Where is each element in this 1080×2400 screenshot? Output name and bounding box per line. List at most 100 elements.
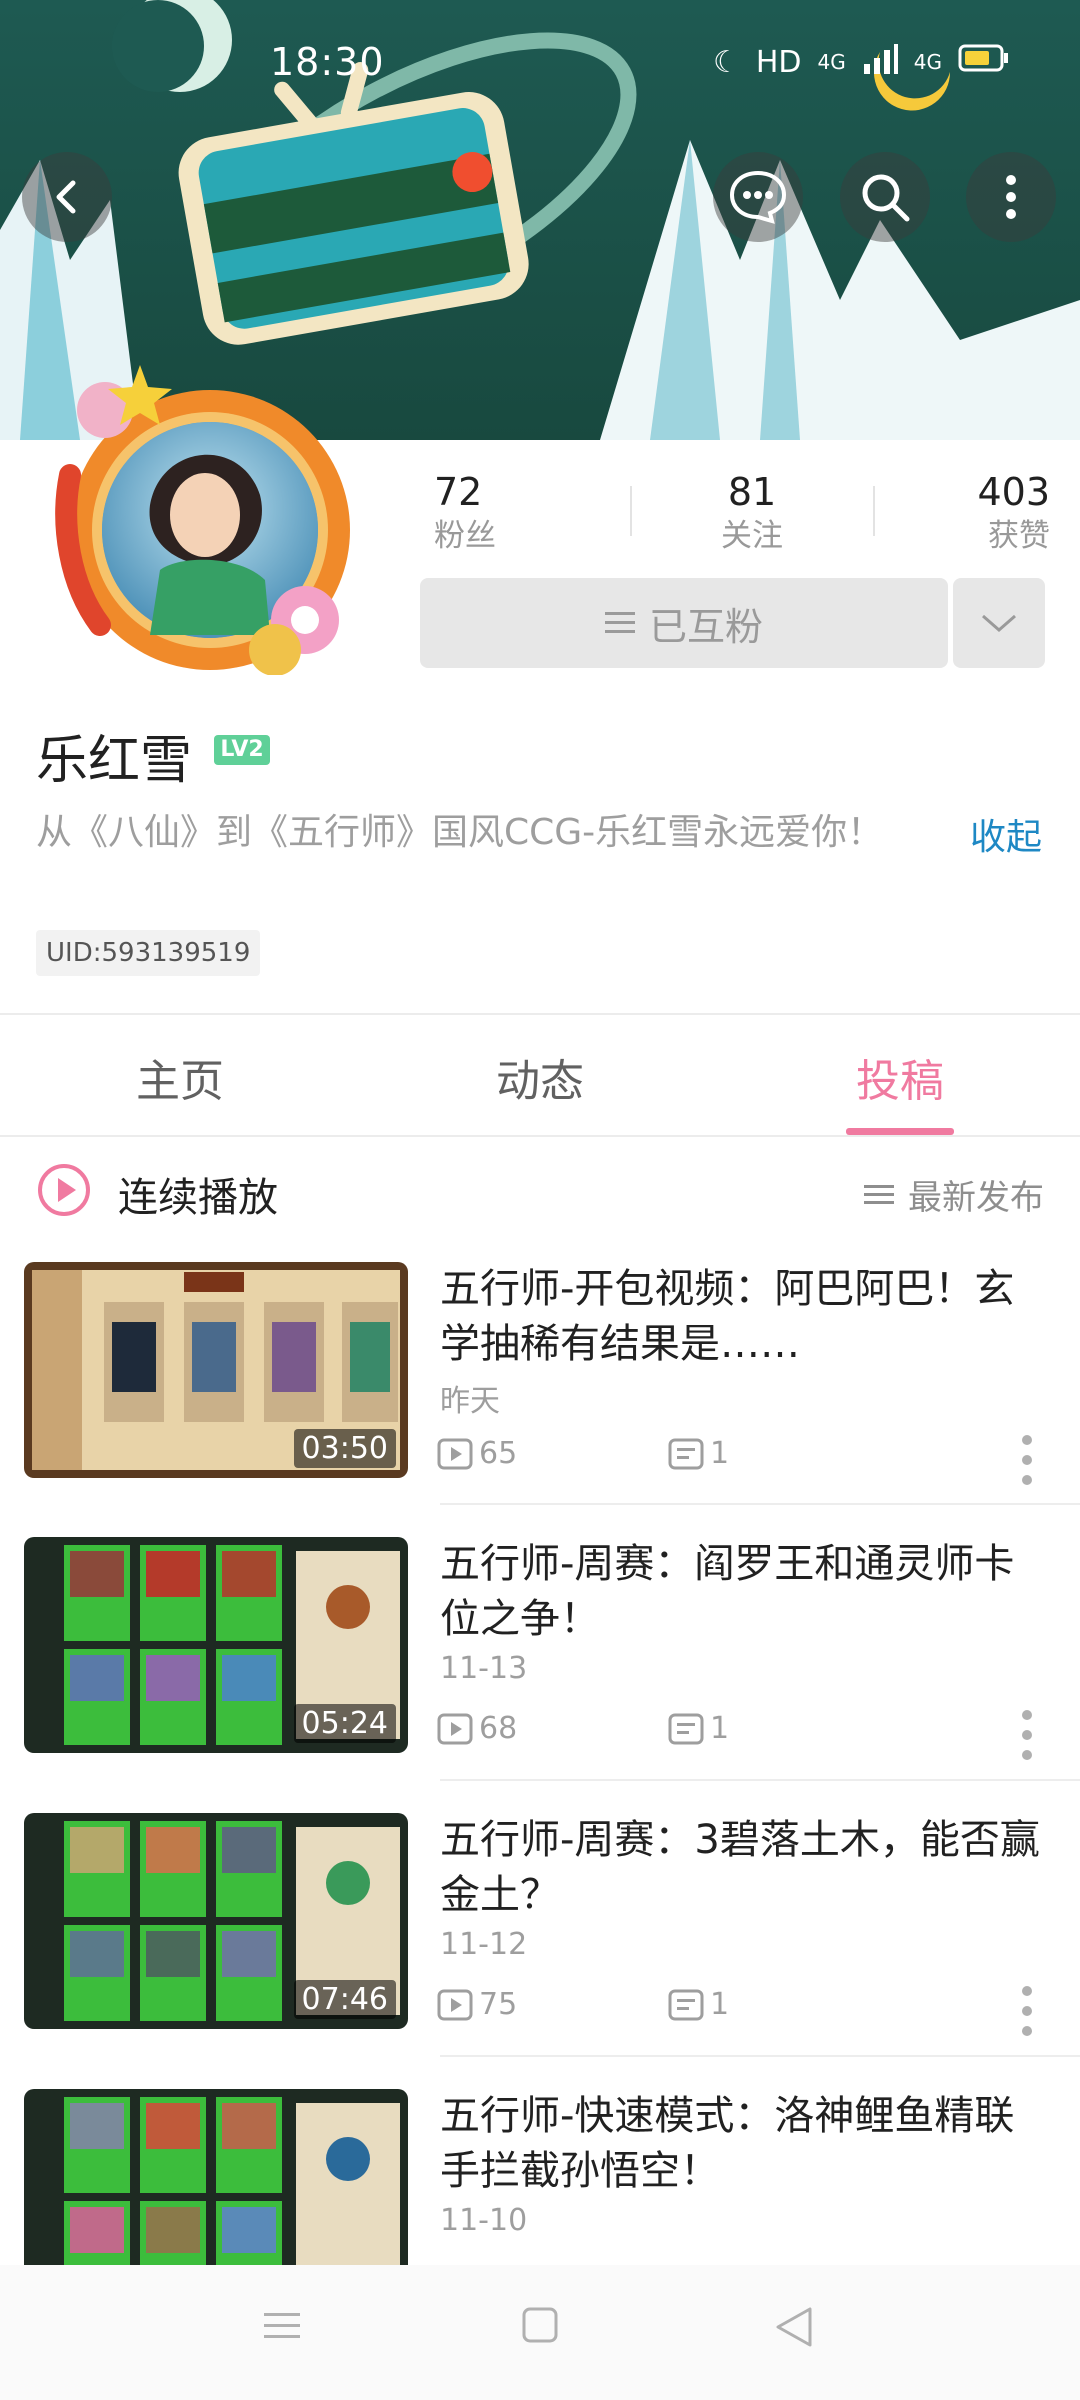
back-button[interactable] bbox=[22, 152, 112, 242]
search-icon bbox=[862, 174, 910, 222]
video-comment-count: 1 bbox=[668, 1711, 729, 1746]
tab-dynamics[interactable]: 动态 bbox=[450, 1045, 630, 1109]
comment-icon bbox=[668, 1438, 704, 1469]
continuous-play-button[interactable] bbox=[36, 1162, 92, 1222]
nav-menu-button[interactable] bbox=[262, 2305, 302, 2349]
stat-following-label: 关注 bbox=[721, 518, 783, 554]
video-more-icon[interactable] bbox=[1012, 1983, 1042, 2039]
play-count-value: 75 bbox=[479, 1987, 518, 2022]
stat-likes-value: 403 bbox=[977, 470, 1050, 514]
menu-lines-icon bbox=[604, 612, 635, 633]
video-more-icon[interactable] bbox=[1012, 1707, 1042, 1763]
video-thumbnail[interactable]: 03:50 bbox=[24, 1262, 408, 1478]
row-divider bbox=[440, 1779, 1080, 1781]
video-item[interactable]: 05:24 五行师-周赛：阎罗王和通灵师卡位之争！ 11-13 68 1 bbox=[0, 1537, 1080, 1813]
level-badge: LV2 bbox=[214, 735, 270, 765]
stat-fans[interactable]: 72 粉丝 bbox=[434, 468, 584, 556]
follow-dropdown-button[interactable] bbox=[953, 578, 1045, 668]
play-count-icon bbox=[437, 1989, 473, 2020]
video-duration: 05:24 bbox=[293, 1704, 396, 1743]
row-divider bbox=[440, 2055, 1080, 2057]
stat-divider bbox=[872, 486, 875, 536]
video-date: 昨天 bbox=[440, 1384, 500, 1419]
profile-stats: 72 粉丝 81 关注 403 获赞 bbox=[420, 468, 1050, 558]
video-date: 11-13 bbox=[440, 1651, 528, 1686]
stat-fans-label: 粉丝 bbox=[434, 518, 496, 554]
sort-button[interactable]: 最新发布 bbox=[864, 1170, 1044, 1219]
tab-submissions[interactable]: 投稿 bbox=[810, 1045, 990, 1109]
home-icon bbox=[522, 2307, 558, 2343]
video-date: 11-10 bbox=[440, 2203, 528, 2238]
thumbnail-image bbox=[24, 2089, 408, 2265]
stat-following-value: 81 bbox=[727, 470, 777, 514]
video-duration: 03:50 bbox=[293, 1429, 396, 1468]
video-title[interactable]: 五行师-快速模式：洛神鲤鱼精联手拦截孙悟空！ bbox=[440, 2089, 1050, 2199]
status-bar: 18:30 ☾ HD 4G 4G bbox=[0, 0, 1080, 130]
comment-count-value: 1 bbox=[710, 1711, 730, 1746]
stat-fans-value: 72 bbox=[434, 470, 483, 514]
list-icon bbox=[864, 1184, 894, 1204]
comment-count-value: 1 bbox=[710, 1987, 730, 2022]
battery-icon bbox=[958, 43, 1010, 81]
video-date: 11-12 bbox=[440, 1927, 528, 1962]
continuous-play-bar: 连续播放 最新发布 bbox=[0, 1140, 1080, 1240]
chat-button[interactable] bbox=[713, 152, 803, 242]
stat-following[interactable]: 81 关注 bbox=[677, 468, 827, 556]
video-more-icon[interactable] bbox=[1012, 1432, 1042, 1488]
video-duration: 07:46 bbox=[293, 1980, 396, 2019]
chat-icon bbox=[729, 170, 787, 224]
triangle-back-icon bbox=[776, 2307, 812, 2347]
avatar[interactable] bbox=[40, 365, 370, 676]
profile-tabs: 主页 动态 投稿 bbox=[0, 1015, 1080, 1137]
avatar-image bbox=[55, 365, 350, 676]
moon-icon: ☾ bbox=[712, 44, 740, 80]
username: 乐红雪 bbox=[36, 731, 193, 791]
video-thumbnail[interactable] bbox=[24, 2089, 408, 2265]
back-icon bbox=[56, 180, 76, 214]
signal-1-label: 4G bbox=[817, 50, 846, 74]
video-title[interactable]: 五行师-周赛：阎罗王和通灵师卡位之争！ bbox=[440, 1537, 1050, 1647]
continuous-play-label[interactable]: 连续播放 bbox=[118, 1165, 278, 1223]
video-play-count: 68 bbox=[437, 1711, 517, 1746]
follow-label: 已互粉 bbox=[648, 604, 763, 649]
nav-back-button[interactable] bbox=[772, 2305, 816, 2353]
video-thumbnail[interactable]: 07:46 bbox=[24, 1813, 408, 2029]
video-play-count: 65 bbox=[437, 1436, 517, 1471]
row-divider bbox=[440, 1503, 1080, 1505]
video-thumbnail[interactable]: 05:24 bbox=[24, 1537, 408, 1753]
bio-text: 从《八仙》到《五行师》国风CCG-乐红雪永远爱你！ bbox=[36, 812, 884, 853]
more-vertical-icon bbox=[1006, 175, 1016, 219]
comment-icon bbox=[668, 1713, 704, 1744]
video-item[interactable]: 07:46 五行师-周赛：3碧落土木，能否赢金土？ 11-12 75 1 bbox=[0, 1813, 1080, 2089]
video-comment-count: 1 bbox=[668, 1436, 729, 1471]
nav-home-button[interactable] bbox=[520, 2305, 560, 2349]
video-item[interactable]: 03:50 五行师-开包视频：阿巴阿巴！玄学抽稀有结果是…… 昨天 65 1 bbox=[0, 1262, 1080, 1538]
play-count-icon bbox=[437, 1713, 473, 1744]
chevron-down-icon bbox=[982, 614, 1016, 632]
signal-2-label: 4G bbox=[913, 50, 942, 74]
signal-bars-icon bbox=[862, 42, 898, 82]
play-circle-icon bbox=[38, 1164, 90, 1216]
comment-icon bbox=[668, 1989, 704, 2020]
stat-divider bbox=[629, 486, 632, 536]
mutual-follow-button[interactable]: 已互粉 bbox=[420, 578, 948, 668]
more-options-button[interactable] bbox=[966, 152, 1056, 242]
system-nav-bar bbox=[0, 2265, 1080, 2400]
play-count-value: 65 bbox=[479, 1436, 518, 1471]
uid-tag[interactable]: UID:593139519 bbox=[36, 930, 261, 976]
menu-icon bbox=[264, 2313, 300, 2338]
video-title[interactable]: 五行师-周赛：3碧落土木，能否赢金土？ bbox=[440, 1813, 1050, 1923]
video-play-count: 75 bbox=[437, 1987, 517, 2022]
play-count-icon bbox=[437, 1438, 473, 1469]
active-tab-indicator bbox=[846, 1128, 954, 1135]
status-time: 18:30 bbox=[270, 40, 385, 84]
sort-label: 最新发布 bbox=[908, 1178, 1044, 1218]
video-title[interactable]: 五行师-开包视频：阿巴阿巴！玄学抽稀有结果是…… bbox=[440, 1262, 1050, 1372]
collapse-button[interactable]: 收起 bbox=[970, 808, 1042, 860]
stat-likes-label: 获赞 bbox=[988, 518, 1050, 554]
status-icons: ☾ HD 4G 4G bbox=[713, 42, 1010, 82]
tab-home[interactable]: 主页 bbox=[90, 1045, 270, 1109]
comment-count-value: 1 bbox=[710, 1436, 730, 1471]
stat-likes[interactable]: 403 获赞 bbox=[920, 468, 1050, 556]
search-button[interactable] bbox=[840, 152, 930, 242]
